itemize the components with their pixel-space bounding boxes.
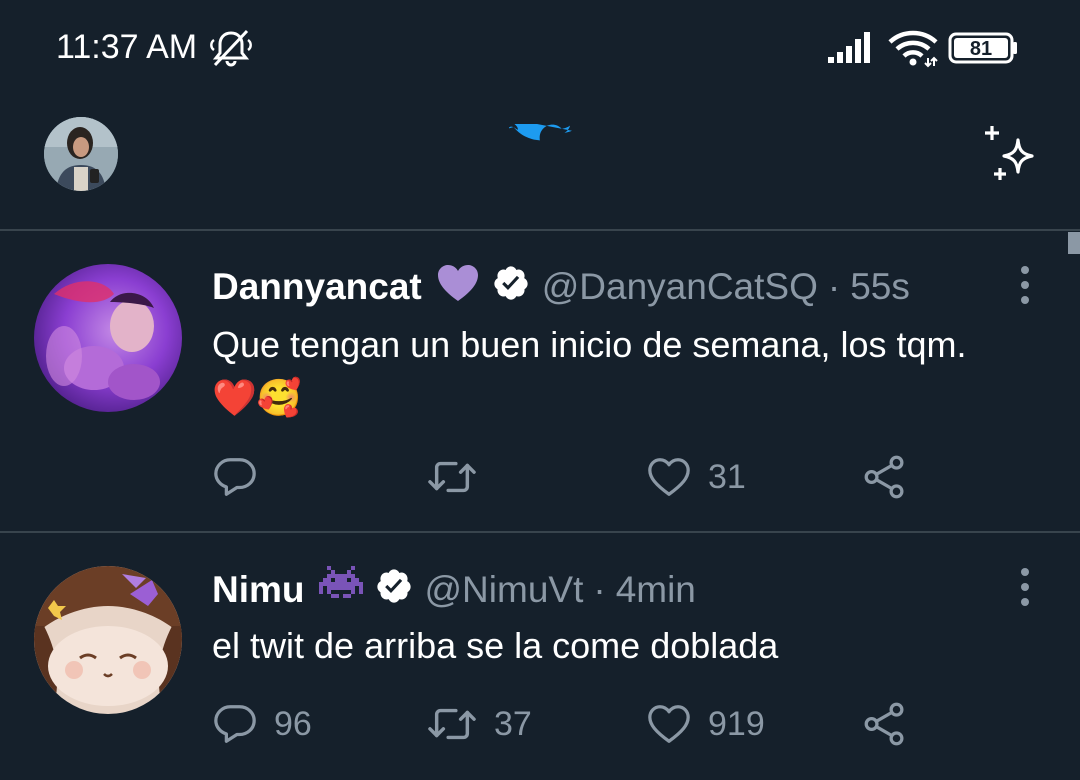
author-handle[interactable]: @NimuVt <box>425 569 584 611</box>
author-photo <box>34 264 182 412</box>
separator-dot: · <box>827 266 841 307</box>
profile-avatar[interactable] <box>44 117 118 191</box>
verified-badge-icon <box>492 264 530 311</box>
retweet-icon <box>428 461 476 493</box>
reply-icon <box>214 705 256 743</box>
battery-level: 81 <box>970 38 992 60</box>
separator-dot: · <box>593 569 606 610</box>
tweet-actions: 96 37 919 <box>212 699 932 749</box>
like-count: 919 <box>708 704 765 743</box>
share-icon <box>864 455 904 499</box>
tweet-text: el twit de arriba se la come doblada <box>212 625 779 666</box>
sparkle-icon[interactable] <box>980 122 1050 188</box>
author-avatar[interactable] <box>34 566 182 714</box>
author-name[interactable]: Dannyancat <box>212 266 422 308</box>
tweet[interactable]: Dannyancat @DanyanCatSQ · 55s Que tengan… <box>0 231 1080 531</box>
wifi-icon <box>888 30 938 68</box>
twitter-bird-icon[interactable] <box>509 124 573 178</box>
retweet-button[interactable]: 37 <box>426 699 532 749</box>
share-icon <box>864 702 904 746</box>
retweet-icon <box>428 708 476 740</box>
tweet-actions: 31 <box>212 452 932 502</box>
like-button[interactable]: 919 <box>646 699 765 749</box>
reply-icon <box>214 458 256 496</box>
status-bar: 11:37 AM 81 <box>0 0 1080 100</box>
signal-icon <box>828 32 870 63</box>
author-avatar[interactable] <box>34 264 182 412</box>
more-options-icon[interactable] <box>1014 567 1036 607</box>
heart-icon <box>648 458 690 496</box>
tweet-header: Dannyancat @DanyanCatSQ · 55s <box>212 263 910 312</box>
notifications-muted-icon <box>210 29 252 67</box>
tweet-timestamp[interactable]: 55s <box>850 266 910 308</box>
reply-count: 96 <box>274 704 312 743</box>
reply-button[interactable] <box>212 452 274 502</box>
tweet[interactable]: Nimu @NimuVt · 4min el twit de arriba se… <box>0 533 1080 780</box>
like-button[interactable]: 31 <box>646 452 746 502</box>
like-count: 31 <box>708 457 746 496</box>
retweet-button[interactable] <box>426 452 494 502</box>
space-invader-icon <box>318 565 363 615</box>
profile-photo <box>44 117 118 191</box>
status-time: 11:37 AM <box>56 28 198 66</box>
reply-button[interactable]: 96 <box>212 699 312 749</box>
tweet-text: Que tengan un buen inicio de semana, los… <box>212 324 967 418</box>
author-name[interactable]: Nimu <box>212 569 305 611</box>
heart-icon <box>648 705 690 743</box>
purple-heart-icon <box>436 263 480 312</box>
top-app-bar <box>0 100 1080 230</box>
verified-badge-icon <box>375 567 413 614</box>
retweet-count: 37 <box>494 704 532 743</box>
more-options-icon[interactable] <box>1014 265 1036 305</box>
author-handle[interactable]: @DanyanCatSQ <box>542 266 818 308</box>
author-photo <box>34 566 182 714</box>
tweet-header: Nimu @NimuVt · 4min <box>212 565 696 615</box>
battery-icon: 81 <box>948 32 1017 64</box>
share-button[interactable] <box>862 452 908 502</box>
share-button[interactable] <box>862 699 908 749</box>
tweet-timestamp[interactable]: 4min <box>616 569 696 611</box>
